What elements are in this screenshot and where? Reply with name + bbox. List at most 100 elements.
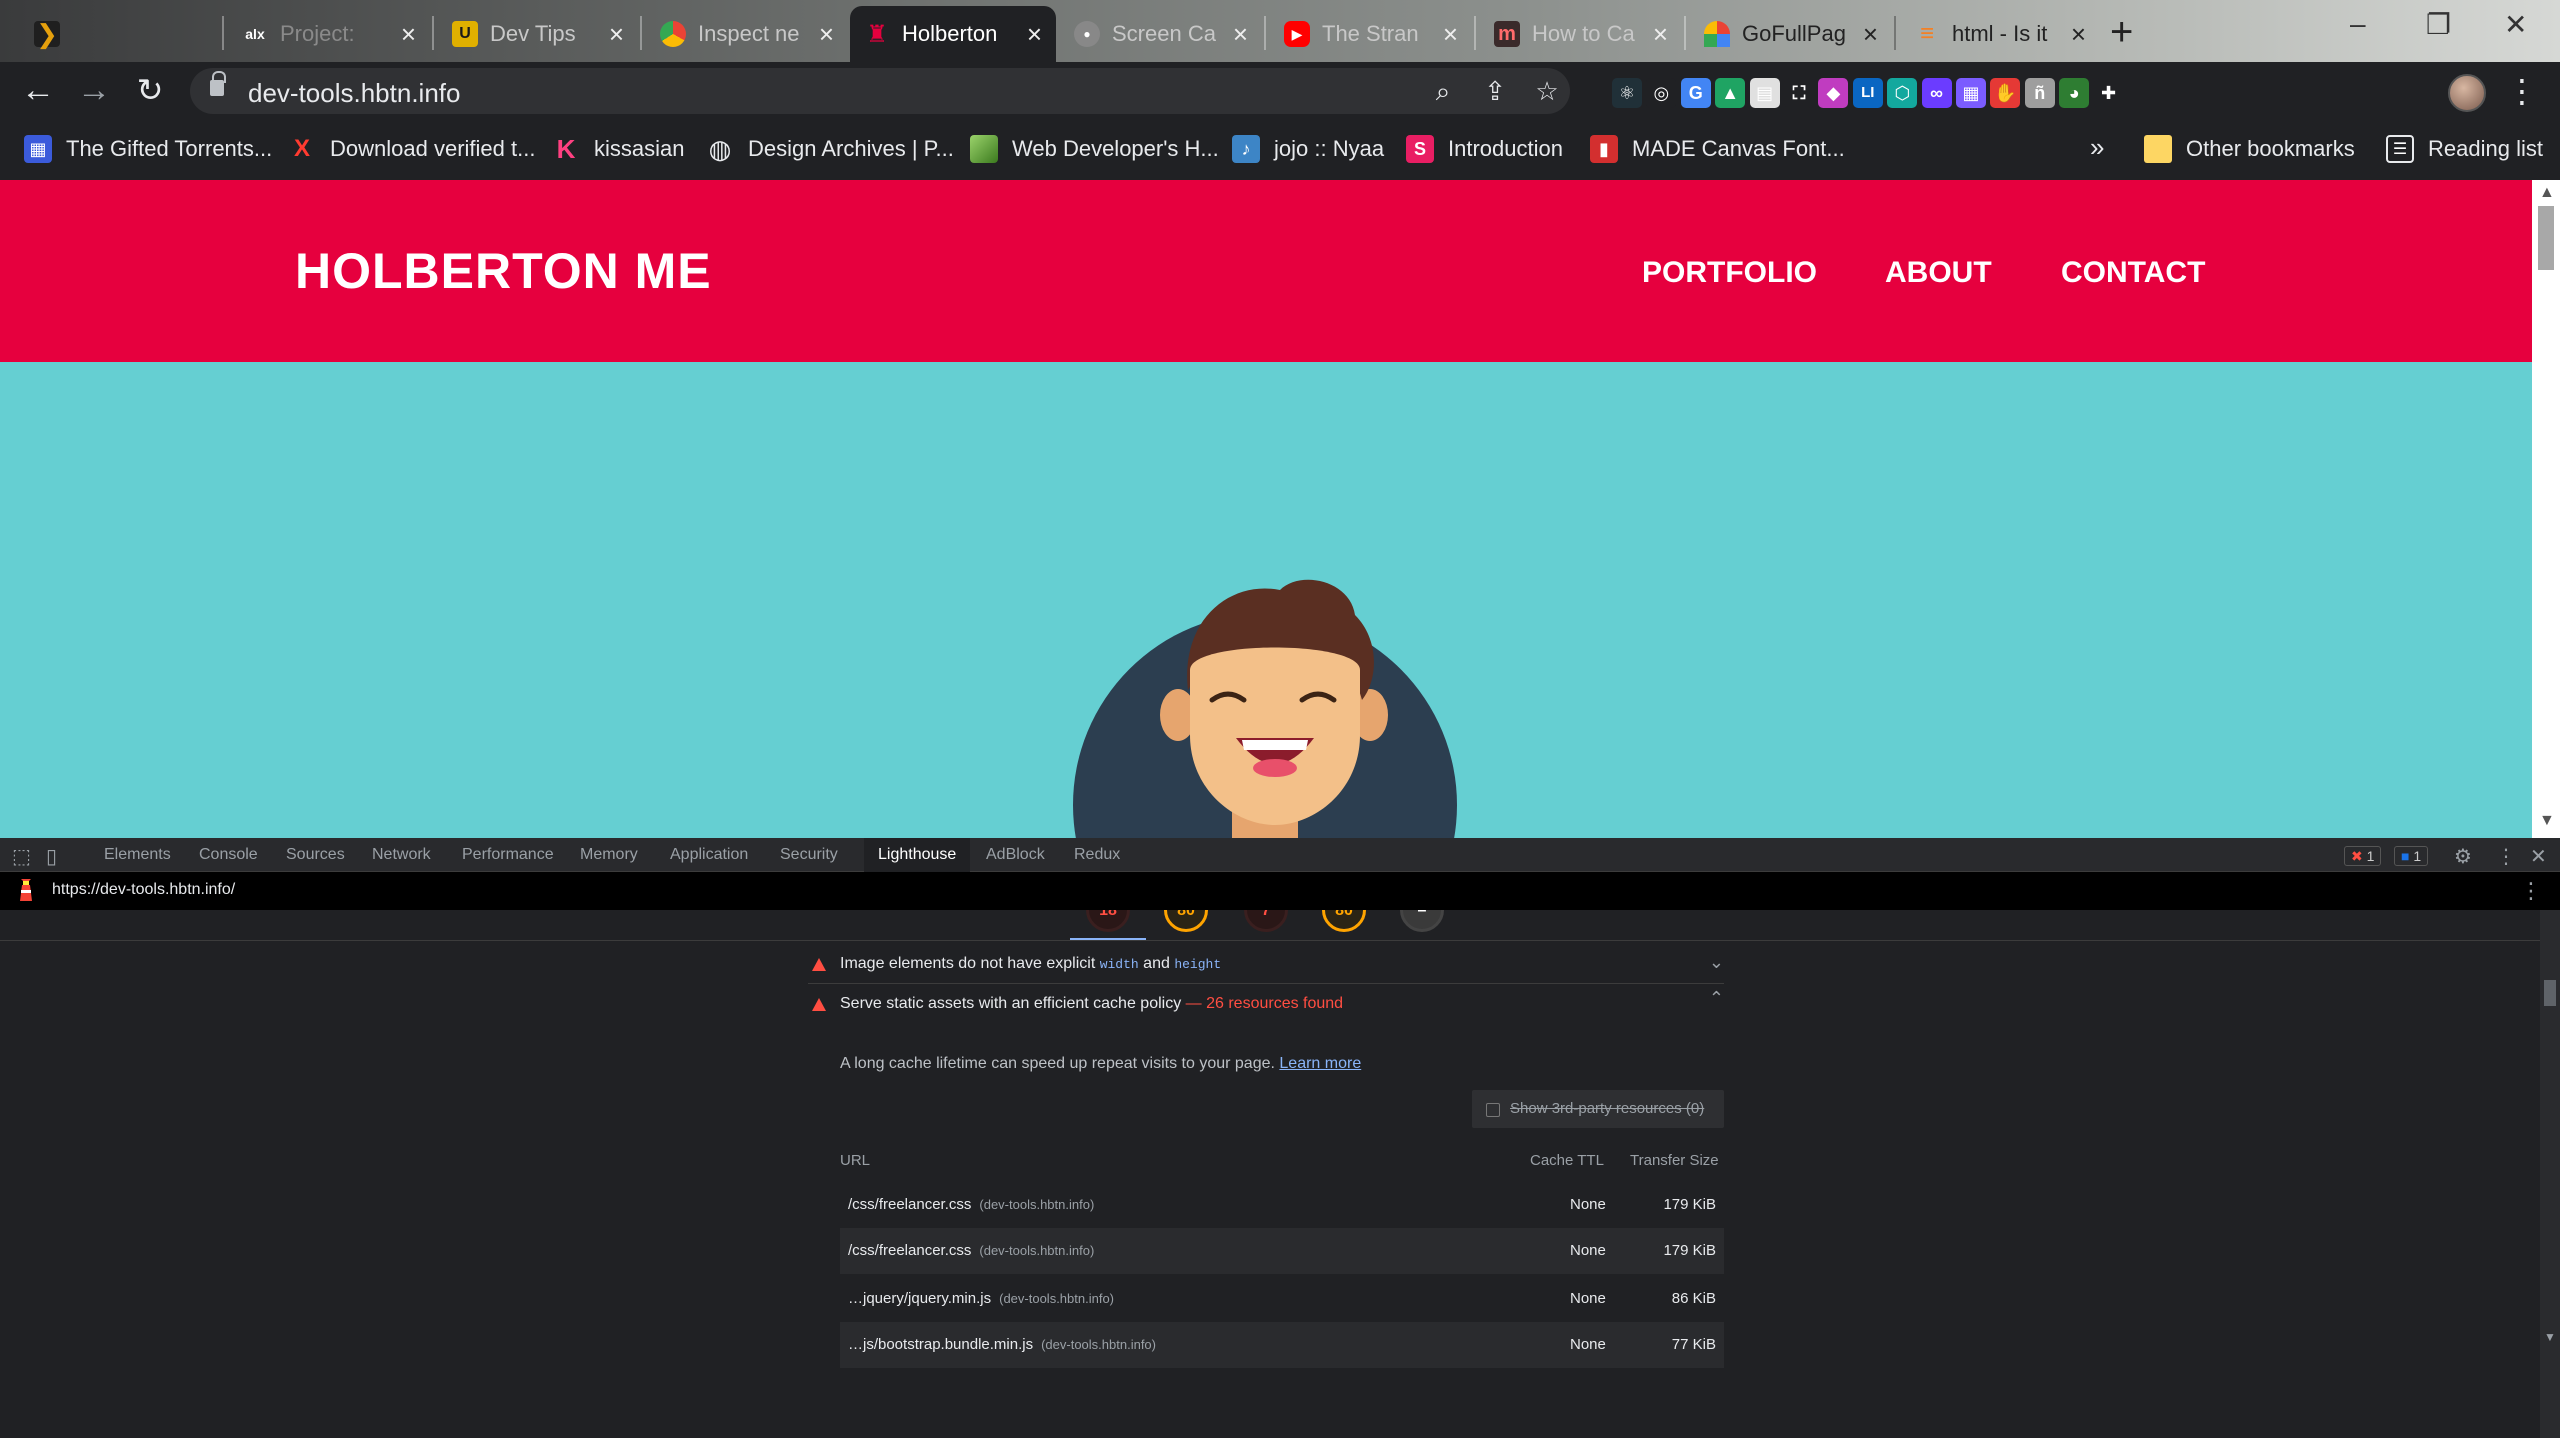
chevron-up-icon[interactable]: ⌃: [1709, 988, 1724, 1009]
report-url[interactable]: https://dev-tools.hbtn.info/: [52, 881, 235, 899]
calendar-icon[interactable]: ▤: [1749, 78, 1780, 108]
close-tab-icon[interactable]: ×: [819, 19, 834, 50]
devtools-tab-security[interactable]: Security: [780, 846, 838, 864]
score-gauge-best-practices[interactable]: 7: [1244, 910, 1288, 932]
minimize-icon[interactable]: –: [2350, 8, 2366, 40]
forward-icon[interactable]: →: [74, 70, 114, 110]
table-row[interactable]: …js/bootstrap.bundle.min.js (dev-tools.hb…: [840, 1322, 1724, 1368]
drive-icon[interactable]: ▲: [1715, 78, 1746, 108]
page-scroll-thumb[interactable]: [2538, 206, 2554, 270]
score-gauge-pwa[interactable]: –: [1400, 910, 1444, 932]
close-devtools-icon[interactable]: ✕: [2530, 844, 2547, 869]
tab-1[interactable]: alx Project: ×: [228, 6, 430, 62]
back-icon[interactable]: ←: [18, 70, 58, 110]
tab-6[interactable]: ▶ The Stran ×: [1270, 6, 1472, 62]
table-row[interactable]: /css/freelancer.css (dev-tools.hbtn.info)…: [840, 1228, 1724, 1274]
restore-icon[interactable]: ❐: [2426, 8, 2451, 41]
audit-image-dimensions[interactable]: Image elements do not have explicit widt…: [808, 944, 1724, 984]
table-row[interactable]: /css/freelancer.css (dev-tools.hbtn.info)…: [840, 1182, 1724, 1228]
close-tab-icon[interactable]: ×: [1233, 19, 1248, 50]
link-icon[interactable]: ∞: [1921, 78, 1952, 108]
tab-2[interactable]: U Dev Tips ×: [438, 6, 638, 62]
close-tab-icon[interactable]: ×: [401, 19, 416, 50]
devtools-tab-application[interactable]: Application: [670, 846, 748, 864]
learn-more-link[interactable]: Learn more: [1279, 1055, 1361, 1072]
tab-4-active[interactable]: ♜ Holberton ×: [850, 6, 1056, 62]
url-text[interactable]: dev-tools.hbtn.info: [248, 78, 460, 109]
tab-8[interactable]: GoFullPag ×: [1690, 6, 1892, 62]
colorpick-icon[interactable]: ◆: [1818, 78, 1849, 108]
devtools-scroll-thumb[interactable]: [2544, 980, 2556, 1006]
devtools-tab-memory[interactable]: Memory: [580, 846, 638, 864]
score-gauge-performance[interactable]: 18: [1086, 910, 1130, 932]
devtools-tab-console[interactable]: Console: [199, 846, 258, 864]
score-gauge-seo[interactable]: 80: [1322, 910, 1366, 932]
device-toolbar-icon[interactable]: ▯: [46, 844, 57, 869]
tab-7[interactable]: m How to Ca ×: [1480, 6, 1682, 62]
close-window-icon[interactable]: ✕: [2504, 8, 2527, 41]
bookmark-item[interactable]: ♪ jojo :: Nyaa: [1232, 132, 1384, 166]
other-bookmarks-folder[interactable]: Other bookmarks: [2144, 132, 2355, 166]
linkedin-icon[interactable]: LI: [1852, 78, 1883, 108]
third-party-checkbox[interactable]: [1486, 1103, 1500, 1117]
devtools-tab-sources[interactable]: Sources: [286, 846, 345, 864]
close-tab-icon[interactable]: ×: [2071, 19, 2086, 50]
devtools-tab-adblock[interactable]: AdBlock: [986, 846, 1045, 864]
nav-portfolio[interactable]: PORTFOLIO: [1642, 256, 1817, 290]
reading-list-button[interactable]: ☰ Reading list: [2386, 132, 2543, 166]
scroll-down-icon[interactable]: ▼: [2539, 812, 2555, 830]
bookmark-item[interactable]: Web Developer's H...: [970, 132, 1219, 166]
bookmark-item[interactable]: S Introduction: [1406, 132, 1563, 166]
share-icon[interactable]: ⇪: [1480, 76, 1510, 106]
devtools-scrollbar[interactable]: ▼: [2540, 910, 2560, 1438]
bookmark-star-icon[interactable]: ☆: [1532, 76, 1562, 106]
error-count-badge[interactable]: ✖ 1: [2344, 846, 2382, 866]
close-tab-icon[interactable]: ×: [1653, 19, 1668, 50]
address-bar[interactable]: dev-tools.hbtn.info ⌕ ⇪ ☆: [190, 68, 1570, 114]
devtools-tab-elements[interactable]: Elements: [104, 846, 171, 864]
devtools-tab-network[interactable]: Network: [372, 846, 431, 864]
puzzle-icon[interactable]: ✚: [2093, 78, 2124, 108]
bookmarks-overflow-icon[interactable]: »: [2090, 132, 2104, 163]
table-row[interactable]: …jquery/jquery.min.js (dev-tools.hbtn.inf…: [840, 1276, 1724, 1322]
close-tab-icon[interactable]: ×: [1443, 19, 1458, 50]
translate-icon[interactable]: G: [1680, 78, 1711, 108]
scroll-up-icon[interactable]: ▲: [2539, 184, 2555, 202]
react-icon[interactable]: ⚛: [1612, 78, 1642, 108]
audit-cache-policy[interactable]: Serve static assets with an efficient ca…: [808, 984, 1724, 1024]
profile-avatar[interactable]: [2448, 74, 2486, 112]
reload-icon[interactable]: ↻: [130, 70, 170, 110]
bookmark-item[interactable]: K kissasian: [552, 132, 685, 166]
nav-contact[interactable]: CONTACT: [2061, 256, 2205, 290]
chevron-down-icon[interactable]: ⌄: [1709, 952, 1724, 973]
new-tab-button[interactable]: +: [2110, 10, 2133, 55]
close-tab-icon[interactable]: ×: [609, 19, 624, 50]
devtools-tab-performance[interactable]: Performance: [462, 846, 554, 864]
bookmark-item[interactable]: ▦ The Gifted Torrents...: [24, 132, 272, 166]
message-count-badge[interactable]: ■ 1: [2394, 846, 2429, 866]
bookmark-item[interactable]: ◍ Design Archives | P...: [706, 132, 954, 166]
stop-hand-icon[interactable]: ✋: [1990, 78, 2021, 108]
devtools-tab-redux[interactable]: Redux: [1074, 846, 1120, 864]
zoom-icon[interactable]: ⌕: [1428, 76, 1458, 106]
bookmark-item[interactable]: X Download verified t...: [288, 132, 535, 166]
close-tab-icon[interactable]: ×: [1863, 19, 1878, 50]
tab-9[interactable]: ≡ html - Is it ×: [1900, 6, 2100, 62]
earth-icon[interactable]: ◕: [2059, 78, 2090, 108]
bookmark-item[interactable]: ▮ MADE Canvas Font...: [1590, 132, 1845, 166]
nav-about[interactable]: ABOUT: [1885, 256, 1992, 290]
devtools-tab-lighthouse[interactable]: Lighthouse: [878, 846, 956, 864]
inspect-element-icon[interactable]: ⬚: [12, 844, 31, 869]
lock-icon[interactable]: [210, 71, 226, 96]
font-icon[interactable]: ñ: [2024, 78, 2055, 108]
tab-5[interactable]: ● Screen Ca ×: [1060, 6, 1262, 62]
devtools-menu-icon[interactable]: ⋮: [2496, 844, 2516, 869]
page-scrollbar[interactable]: ▲ ▼: [2532, 180, 2560, 838]
tab-0[interactable]: ❯: [20, 6, 220, 62]
score-gauge-accessibility[interactable]: 80: [1164, 910, 1208, 932]
target-icon[interactable]: ◎: [1646, 78, 1677, 108]
third-party-filter[interactable]: Show 3rd-party resources (0): [1472, 1090, 1724, 1128]
report-menu-icon[interactable]: ⋮: [2520, 878, 2542, 904]
tab-3[interactable]: Inspect ne ×: [646, 6, 848, 62]
scroll-down-icon[interactable]: ▼: [2544, 1330, 2556, 1344]
